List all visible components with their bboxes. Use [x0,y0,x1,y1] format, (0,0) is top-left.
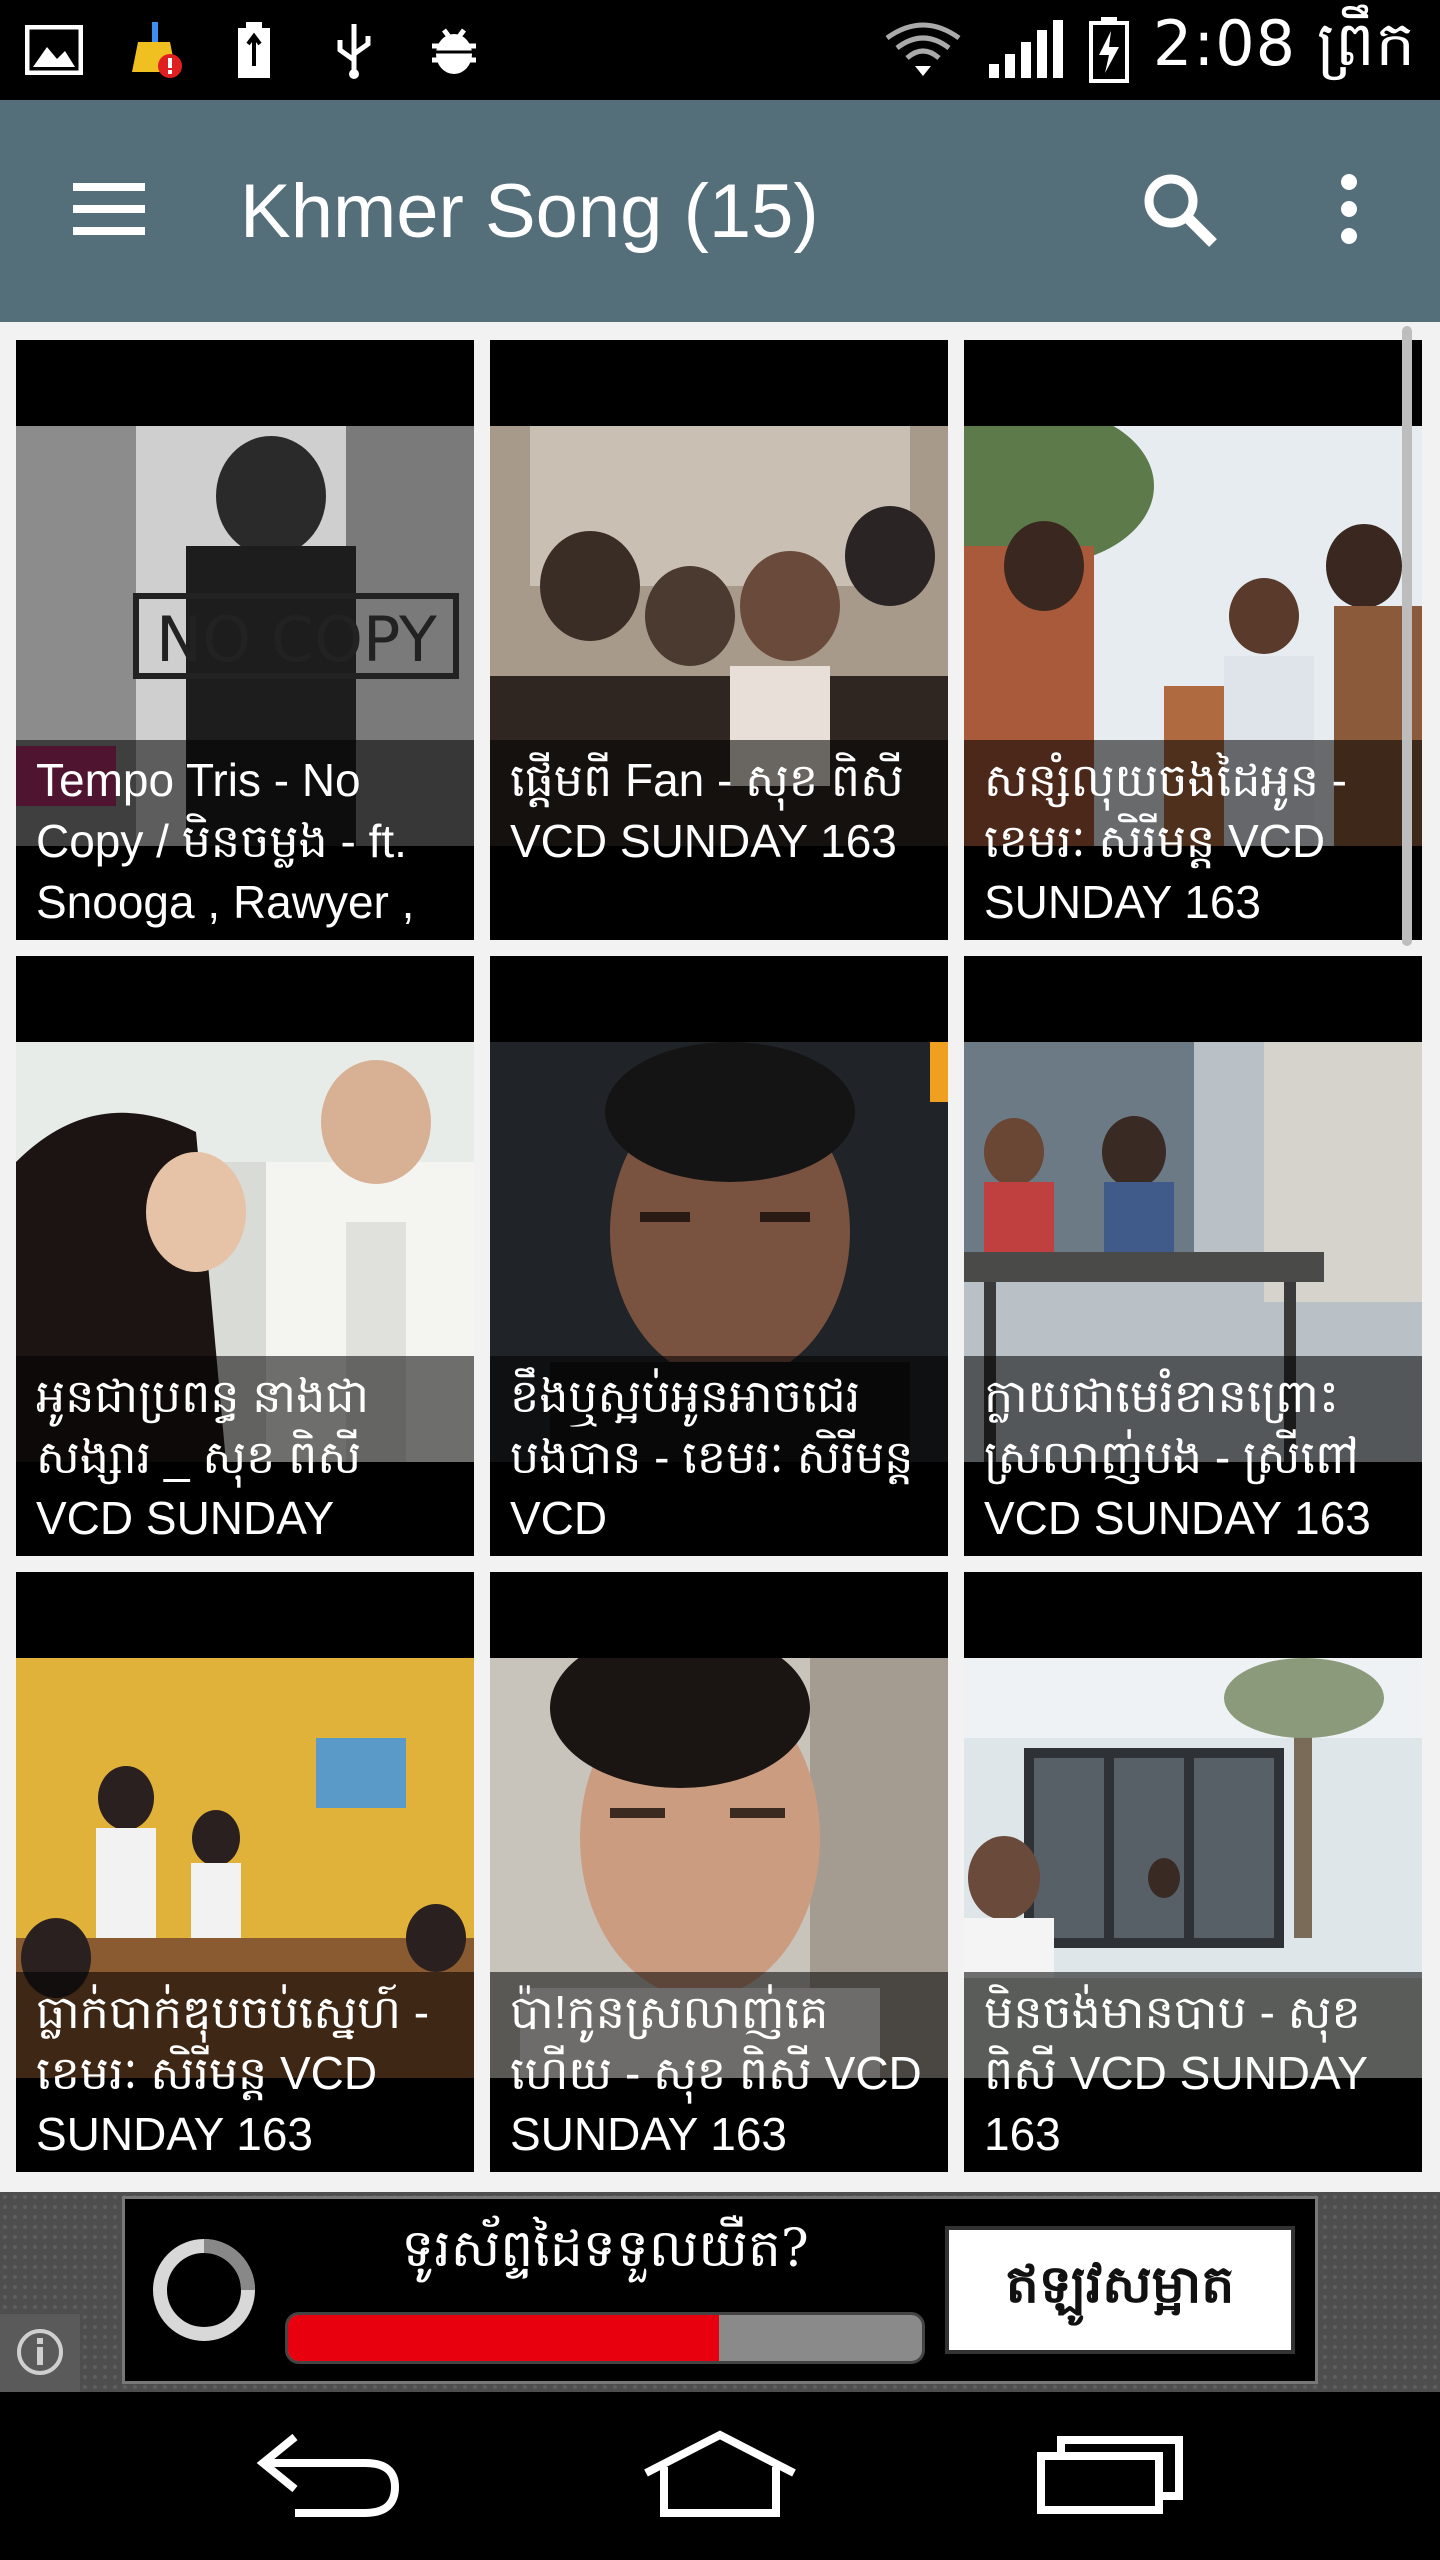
back-icon [255,2429,405,2523]
more-vert-icon [1337,174,1361,248]
video-card[interactable]: ក្លាយជាមេរំខានព្រោះ ស្រលាញ់បង - ស្រីពៅ V… [964,956,1422,1556]
recents-button[interactable] [1010,2416,1210,2536]
video-card[interactable]: មិនចង់មានបាប - សុខ ពិសី VCD SUNDAY 163 [964,1572,1422,2172]
video-card[interactable]: ធ្លាក់បាក់ឌុបចប់ស្នេហ៍ - ខេមរៈ សិរីមន្ត … [16,1572,474,2172]
recents-icon [1035,2434,1185,2518]
video-card[interactable]: សន្សំលុយចងដៃអូន - ខេមរៈ សិរីមន្ត VCD SUN… [964,340,1422,940]
search-button[interactable] [1114,146,1244,276]
back-button[interactable] [230,2416,430,2536]
search-icon [1139,169,1219,253]
video-grid: NO COPY Tempo Tris - No Copy / មិនចម្លង … [16,340,1424,2172]
battery-charging-icon [1087,17,1131,83]
video-title: អូនជាប្រពន្ធ នាងជាសង្សារ _ សុខ ពិសី VCD … [16,1356,474,1556]
video-card[interactable]: ប៉ា!កូនស្រលាញ់គេហើយ - សុខ ពិសី VCD SUNDA… [490,1572,948,2172]
video-title: ផ្ដើមពី Fan - សុខ ពិសី VCD SUNDAY 163 [490,740,948,940]
ad-cta-button[interactable]: ឥឡូវសម្អាត [945,2226,1295,2354]
scrollbar[interactable] [1402,326,1412,946]
video-title: ប៉ា!កូនស្រលាញ់គេហើយ - សុខ ពិសី VCD SUNDA… [490,1972,948,2172]
video-title: សន្សំលុយចងដៃអូន - ខេមរៈ សិរីមន្ត VCD SUN… [964,740,1422,940]
ad-progress-bar [285,2312,925,2364]
status-bar: 2:08 ព្រឹក [0,0,1440,100]
home-button[interactable] [620,2416,820,2536]
app-toolbar: Khmer Song (15) [0,100,1440,322]
info-icon [15,2327,65,2381]
ad-progress-fill [288,2315,720,2361]
status-time: 2:08 ព្រឹក [1152,6,1416,80]
ad-banner[interactable]: ទូរស័ព្ទដៃទទួលយឺត? ឥឡូវសម្អាត [0,2192,1440,2394]
home-icon [640,2429,800,2523]
ad-content[interactable]: ទូរស័ព្ទដៃទទួលយឺត? ឥឡូវសម្អាត [122,2196,1318,2384]
cell-signal-icon [985,20,1065,80]
battery-usb-icon [224,20,284,80]
page-title: Khmer Song (15) [240,168,819,254]
video-card[interactable]: ផ្ដើមពី Fan - សុខ ពិសី VCD SUNDAY 163 [490,340,948,940]
svg-text:NO COPY: NO COPY [156,603,437,676]
video-card[interactable]: NO COPY Tempo Tris - No Copy / មិនចម្លង … [16,340,474,940]
navigation-bar [0,2392,1440,2560]
wifi-icon [883,20,963,80]
overflow-menu-button[interactable] [1284,146,1414,276]
video-title: Tempo Tris - No Copy / មិនចម្លង - ft. Sn… [16,740,474,940]
video-card[interactable]: អូនជាប្រពន្ធ នាងជាសង្សារ _ សុខ ពិសី VCD … [16,956,474,1556]
spinner-icon [153,2239,255,2341]
video-title: មិនចង់មានបាប - សុខ ពិសី VCD SUNDAY 163 [964,1972,1422,2172]
menu-button[interactable] [44,146,174,276]
usb-icon [324,20,384,80]
ad-question: ទូរស័ព្ទដៃទទួលយឺត? [401,2219,809,2279]
menu-icon [71,179,147,243]
android-debug-icon [424,20,484,80]
ad-info-button[interactable] [0,2314,80,2394]
video-title: ធ្លាក់បាក់ឌុបចប់ស្នេហ៍ - ខេមរៈ សិរីមន្ត … [16,1972,474,2172]
video-title: ក្លាយជាមេរំខានព្រោះ ស្រលាញ់បង - ស្រីពៅ V… [964,1356,1422,1556]
video-title: ខឹងឬស្អប់អូនអាចជេរ បងបាន - ខេមរៈ សិរីមន្… [490,1356,948,1556]
gallery-icon [24,20,84,80]
cleaner-alert-icon [124,20,184,80]
video-card[interactable]: ខឹងឬស្អប់អូនអាចជេរ បងបាន - ខេមរៈ សិរីមន្… [490,956,948,1556]
